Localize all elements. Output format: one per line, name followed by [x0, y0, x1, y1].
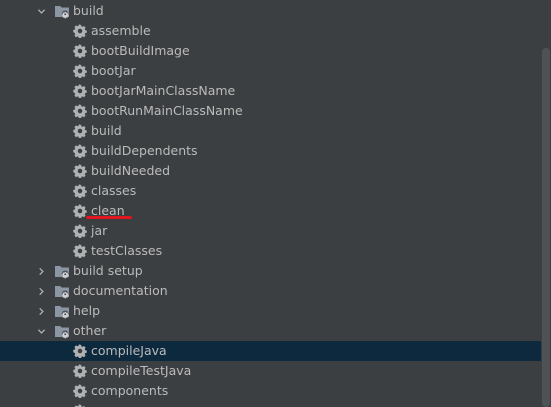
gear-icon	[72, 23, 88, 39]
tree-task-compileTestJava[interactable]: compileTestJava	[0, 361, 541, 381]
gear-icon	[72, 123, 88, 139]
gear-icon	[72, 83, 88, 99]
chevron-right-icon[interactable]	[34, 261, 48, 281]
gradle-folder-icon	[54, 323, 70, 339]
gear-icon	[72, 383, 88, 399]
gradle-task-tree: build assemble bootBuildImage bootJar bootJa…	[0, 0, 541, 407]
tree-item-label: buildDependents	[91, 143, 198, 158]
tree-task-bootBuildImage[interactable]: bootBuildImage	[0, 41, 541, 61]
tree-item-label: help	[73, 303, 101, 318]
gradle-folder-icon	[54, 283, 70, 299]
tree-task-build[interactable]: build	[0, 121, 541, 141]
tree-item-label: classes	[91, 183, 137, 198]
gradle-folder-icon	[54, 303, 70, 319]
tree-task-buildNeeded[interactable]: buildNeeded	[0, 161, 541, 181]
tree-task-jar[interactable]: jar	[0, 221, 541, 241]
tree-task-item[interactable]	[0, 401, 541, 407]
tree-item-label: bootBuildImage	[91, 43, 190, 58]
tree-item-label: build setup	[73, 263, 143, 278]
tree-task-bootJarMainClassName[interactable]: bootJarMainClassName	[0, 81, 541, 101]
chevron-down-icon[interactable]	[34, 321, 48, 341]
gradle-folder-icon	[54, 3, 70, 19]
tree-folder-other[interactable]: other	[0, 321, 541, 341]
tree-folder-build[interactable]: build	[0, 1, 541, 21]
gear-icon	[72, 183, 88, 199]
gear-icon	[72, 63, 88, 79]
tree-item-label: jar	[91, 223, 108, 238]
tree-item-label: bootRunMainClassName	[91, 103, 243, 118]
gear-icon	[72, 223, 88, 239]
tree-item-label: testClasses	[91, 243, 163, 258]
tree-folder-documentation[interactable]: documentation	[0, 281, 541, 301]
gear-icon	[72, 363, 88, 379]
chevron-right-icon[interactable]	[34, 281, 48, 301]
scrollbar-thumb[interactable]	[542, 48, 550, 407]
tree-item-label: buildNeeded	[91, 163, 171, 178]
tree-item-label: compileJava	[91, 343, 167, 358]
tree-task-testClasses[interactable]: testClasses	[0, 241, 541, 261]
tree-item-label: components	[91, 383, 169, 398]
chevron-right-icon[interactable]	[34, 301, 48, 321]
gear-icon	[72, 143, 88, 159]
chevron-down-icon[interactable]	[34, 1, 48, 21]
tree-task-bootJar[interactable]: bootJar	[0, 61, 541, 81]
tree-item-label: bootJar	[91, 63, 136, 78]
tree-item-label: compileTestJava	[91, 363, 192, 378]
tree-task-clean[interactable]: clean	[0, 201, 541, 221]
tree-task-bootRunMainClassName[interactable]: bootRunMainClassName	[0, 101, 541, 121]
gear-icon	[72, 103, 88, 119]
gradle-folder-icon	[54, 263, 70, 279]
gear-icon	[72, 163, 88, 179]
scrollbar-track[interactable]	[541, 0, 551, 407]
tree-task-buildDependents[interactable]: buildDependents	[0, 141, 541, 161]
tree-item-label: build	[73, 3, 104, 18]
tree-item-label: bootJarMainClassName	[91, 83, 236, 98]
tree-item-label: build	[91, 123, 122, 138]
tree-item-label: assemble	[91, 23, 151, 38]
tree-item-label: other	[73, 323, 107, 338]
tree-task-assemble[interactable]: assemble	[0, 21, 541, 41]
tree-task-components[interactable]: components	[0, 381, 541, 401]
red-underline-annotation	[86, 216, 132, 219]
gear-icon	[72, 343, 88, 359]
tree-folder-build-setup[interactable]: build setup	[0, 261, 541, 281]
tree-folder-help[interactable]: help	[0, 301, 541, 321]
gear-icon	[72, 43, 88, 59]
tree-task-compileJava[interactable]: compileJava	[0, 341, 541, 361]
tree-task-classes[interactable]: classes	[0, 181, 541, 201]
gear-icon	[72, 243, 88, 259]
tree-item-label: documentation	[73, 283, 168, 298]
gear-icon	[72, 403, 88, 407]
